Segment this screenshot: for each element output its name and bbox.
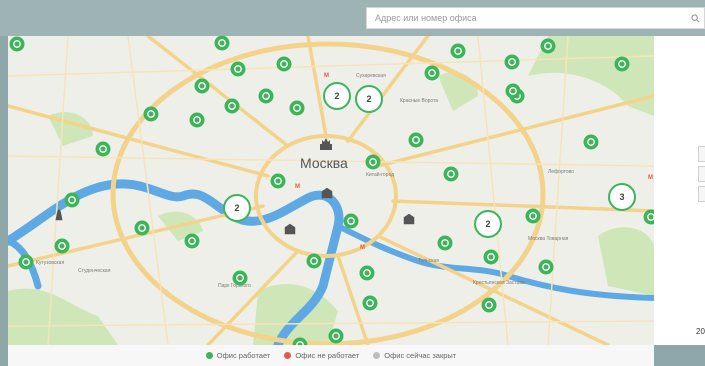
office-cluster[interactable]: 2 bbox=[223, 194, 251, 222]
office-marker[interactable] bbox=[424, 65, 440, 81]
office-marker[interactable] bbox=[143, 106, 159, 122]
office-marker[interactable] bbox=[540, 38, 556, 54]
office-marker[interactable] bbox=[365, 154, 381, 170]
search-box[interactable] bbox=[366, 7, 705, 29]
district-label: Красные Ворота bbox=[400, 98, 439, 104]
search-icon[interactable] bbox=[686, 9, 704, 27]
office-cluster[interactable]: 2 bbox=[355, 85, 383, 113]
status-dot-gray bbox=[373, 352, 381, 359]
office-marker[interactable] bbox=[408, 132, 424, 148]
office-marker[interactable] bbox=[583, 134, 599, 150]
metro-icon: M bbox=[324, 73, 329, 79]
district-label: Сухаревская bbox=[356, 73, 386, 79]
zoom-control[interactable] bbox=[698, 186, 705, 202]
office-marker[interactable] bbox=[483, 249, 499, 265]
office-marker[interactable] bbox=[505, 83, 521, 99]
side-panel-text: 20 bbox=[696, 327, 705, 336]
office-marker[interactable] bbox=[504, 54, 520, 70]
district-label: Лефортово bbox=[548, 169, 575, 175]
landmark-building-icon bbox=[284, 223, 296, 235]
landmark-building-icon bbox=[403, 213, 415, 225]
office-marker[interactable] bbox=[643, 209, 654, 225]
office-marker[interactable] bbox=[184, 233, 200, 249]
metro-icon: M bbox=[360, 245, 365, 251]
office-marker[interactable] bbox=[95, 141, 111, 157]
office-marker[interactable] bbox=[270, 173, 286, 189]
city-label: Москва bbox=[300, 155, 348, 171]
office-cluster[interactable]: 3 bbox=[608, 183, 636, 211]
district-label: Студенческая bbox=[78, 268, 111, 274]
landmark-tower-icon bbox=[55, 208, 63, 221]
office-marker[interactable] bbox=[276, 56, 292, 72]
office-marker[interactable] bbox=[525, 208, 541, 224]
map-canvas[interactable]: Москва Сухаревская Красные Ворота Китай-… bbox=[8, 36, 654, 345]
landmark-building-icon bbox=[321, 187, 333, 199]
office-marker[interactable] bbox=[134, 220, 150, 236]
office-marker[interactable] bbox=[292, 337, 308, 345]
office-marker[interactable] bbox=[194, 78, 210, 94]
office-marker[interactable] bbox=[443, 166, 459, 182]
office-marker[interactable] bbox=[230, 61, 246, 77]
district-label: Китай-город bbox=[366, 172, 395, 178]
legend-label: Офис не работает bbox=[295, 351, 360, 360]
office-marker[interactable] bbox=[64, 192, 80, 208]
office-marker[interactable] bbox=[343, 213, 359, 229]
office-cluster[interactable]: 2 bbox=[474, 210, 502, 238]
office-marker[interactable] bbox=[289, 100, 305, 116]
office-marker[interactable] bbox=[614, 56, 630, 72]
legend-label: Офис сейчас закрыт bbox=[384, 351, 457, 360]
office-marker[interactable] bbox=[54, 238, 70, 254]
map-legend: Офис работает Офис не работает Офис сейч… bbox=[8, 345, 654, 366]
office-marker[interactable] bbox=[258, 88, 274, 104]
legend-item-open: Офис работает bbox=[205, 351, 271, 360]
office-marker[interactable] bbox=[9, 36, 25, 52]
side-panel bbox=[654, 36, 705, 345]
office-marker[interactable] bbox=[224, 98, 240, 114]
office-marker[interactable] bbox=[328, 328, 344, 344]
office-marker[interactable] bbox=[362, 295, 378, 311]
office-marker[interactable] bbox=[437, 235, 453, 251]
legend-item-not-working: Офис не работает bbox=[284, 351, 359, 360]
office-marker[interactable] bbox=[306, 253, 322, 269]
office-marker[interactable] bbox=[18, 254, 34, 270]
status-dot-red bbox=[284, 352, 292, 359]
map-widget: Москва Сухаревская Красные Ворота Китай-… bbox=[0, 0, 705, 366]
legend-label: Офис работает bbox=[216, 351, 271, 360]
district-label: Кутузовская bbox=[36, 260, 65, 266]
district-label: Крестьянская Застава bbox=[473, 280, 525, 286]
legend-item-closed: Офис сейчас закрыт bbox=[373, 351, 456, 360]
zoom-control[interactable] bbox=[698, 166, 705, 182]
office-cluster[interactable]: 2 bbox=[323, 82, 351, 110]
office-marker[interactable] bbox=[214, 36, 230, 51]
office-marker[interactable] bbox=[359, 265, 375, 281]
office-marker[interactable] bbox=[538, 259, 554, 275]
office-marker[interactable] bbox=[232, 270, 248, 286]
office-marker[interactable] bbox=[450, 43, 466, 59]
office-marker[interactable] bbox=[481, 297, 497, 313]
district-label: Москва Товарная bbox=[528, 236, 569, 242]
zoom-control[interactable] bbox=[698, 146, 705, 162]
district-label: Тульская bbox=[418, 258, 439, 264]
status-dot-green bbox=[205, 352, 213, 359]
search-input[interactable] bbox=[367, 9, 687, 27]
office-marker[interactable] bbox=[189, 112, 205, 128]
metro-icon: M bbox=[295, 184, 300, 190]
landmark-kremlin-icon bbox=[320, 138, 332, 150]
